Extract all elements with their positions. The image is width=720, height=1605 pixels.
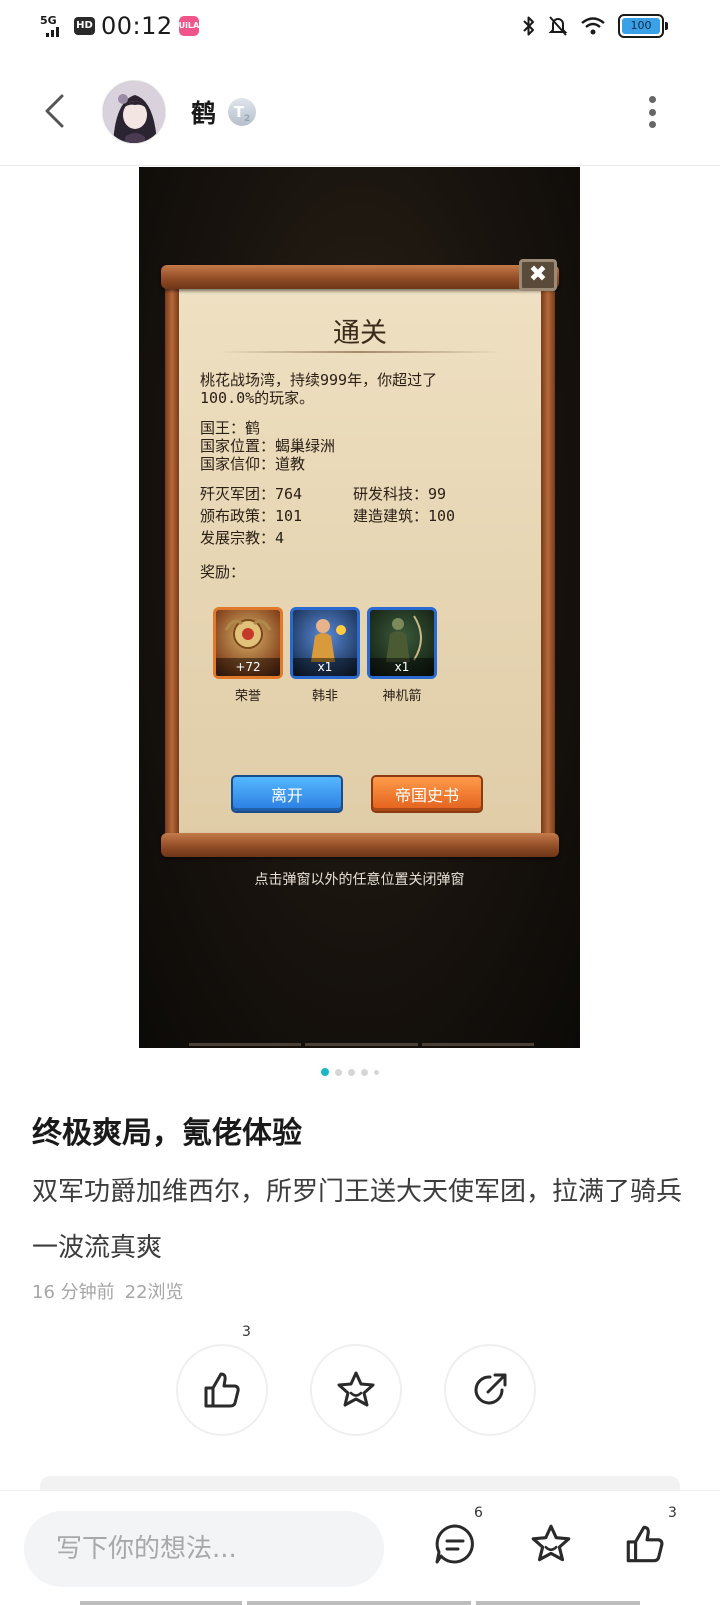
- post-time: 16 分钟前: [32, 1282, 115, 1303]
- scroll-paper: 通关 桃花战场湾，持续999年，你超过了 100.0%的玩家。 国王：鹤 国家位…: [179, 287, 541, 835]
- more-dot-icon: [648, 96, 656, 103]
- summary-line-2: 100.0%的玩家。: [200, 389, 315, 407]
- reward-item-shenjijian[interactable]: x1: [367, 607, 437, 679]
- chevron-left-icon: [45, 94, 64, 128]
- comment-icon: [435, 1524, 474, 1564]
- status-time: 00:12: [101, 12, 173, 40]
- status-right: 100: [522, 14, 668, 38]
- comment-bar: 6 3: [0, 1490, 720, 1605]
- network-label: 5G: [40, 14, 57, 27]
- app-notification-icon: UiLA: [178, 16, 199, 36]
- post-meta: 16 分钟前 22浏览: [32, 1278, 184, 1304]
- stat-legions: 歼灭军团：764: [200, 485, 303, 503]
- post-image[interactable]: 通关 桃花战场湾，持续999年，你超过了 100.0%的玩家。 国王：鹤 国家位…: [139, 167, 580, 1048]
- reward-qty: +72: [216, 658, 280, 676]
- more-dot-icon: [648, 108, 656, 116]
- back-button[interactable]: [36, 86, 72, 136]
- comment-count: 6: [474, 1505, 483, 1521]
- star-icon: [531, 1524, 571, 1562]
- like-bar-button[interactable]: [620, 1519, 670, 1569]
- level-number: 2: [243, 114, 251, 124]
- close-icon[interactable]: ✖: [519, 259, 557, 291]
- wifi-icon: [581, 17, 605, 35]
- share-button[interactable]: [444, 1344, 536, 1436]
- game-dialog-title: 通关: [333, 318, 387, 349]
- post-header: 鹤 T2: [0, 56, 720, 166]
- status-bar: 5G HD 00:12 UiLA 100: [0, 0, 720, 56]
- close-hint: 点击弹窗以外的任意位置关闭弹窗: [254, 872, 465, 888]
- scroll-edge-left: [165, 285, 179, 837]
- level-badge: T2: [228, 98, 256, 126]
- avatar[interactable]: [102, 80, 166, 144]
- like-count: 3: [242, 1324, 251, 1340]
- empire-history-button[interactable]: 帝国史书: [371, 775, 483, 813]
- network-icon: 5G: [40, 13, 68, 39]
- image-pager[interactable]: [321, 1068, 379, 1076]
- country-belief: 国家信仰：道教: [200, 455, 306, 473]
- reward-qty: x1: [370, 658, 434, 676]
- battery-icon: 100: [618, 14, 668, 38]
- reward-label: 韩非: [311, 689, 338, 704]
- home-indicator-segment: [247, 1601, 471, 1605]
- home-indicator-segment: [476, 1601, 640, 1605]
- hd-icon: HD: [74, 17, 95, 35]
- mute-bell-icon: [548, 16, 568, 36]
- like-button[interactable]: [176, 1344, 268, 1436]
- favorite-button[interactable]: [310, 1344, 402, 1436]
- like-bar-count: 3: [668, 1505, 677, 1521]
- game-tab-strip: [189, 1043, 534, 1046]
- username[interactable]: 鹤: [191, 94, 216, 130]
- bluetooth-icon: [523, 16, 534, 36]
- reward-item-hanfei[interactable]: x1: [290, 607, 360, 679]
- share-icon: [474, 1373, 507, 1405]
- stat-religion: 发展宗教：4: [200, 529, 285, 547]
- more-options-button[interactable]: [640, 92, 664, 132]
- reward-label: 神机箭: [382, 689, 422, 704]
- avatar-illustration: [103, 81, 165, 143]
- reward-item-honor[interactable]: +72: [213, 607, 283, 679]
- honor-medal-icon: [224, 619, 272, 649]
- post-views: 22浏览: [124, 1282, 184, 1303]
- title-divider: [219, 351, 501, 353]
- leave-button[interactable]: 离开: [231, 775, 343, 813]
- pager-dot[interactable]: [374, 1069, 379, 1075]
- stat-policies: 颁布政策：101: [200, 507, 303, 525]
- more-dot-icon: [648, 121, 656, 128]
- scroll-rod-bottom: [161, 833, 559, 857]
- favorite-bar-button[interactable]: [526, 1519, 576, 1569]
- summary-line-1: 桃花战场湾，持续999年，你超过了: [200, 371, 438, 389]
- victory-scroll: 通关 桃花战场湾，持续999年，你超过了 100.0%的玩家。 国王：鹤 国家位…: [161, 259, 559, 857]
- thumbs-up-icon: [626, 1525, 664, 1563]
- star-icon: [337, 1371, 375, 1407]
- pager-dot-active[interactable]: [321, 1068, 329, 1076]
- scroll-rod-top: [161, 265, 559, 289]
- battery-level: 100: [622, 18, 660, 34]
- reward-heading: 奖励：: [200, 563, 246, 581]
- scroll-edge-right: [541, 285, 555, 837]
- stat-buildings: 建造建筑：100: [353, 507, 456, 525]
- reward-qty: x1: [293, 658, 357, 676]
- reward-label: 荣誉: [234, 689, 261, 704]
- stat-tech: 研发科技：99: [353, 485, 447, 503]
- comments-button[interactable]: [430, 1519, 480, 1569]
- status-left: 5G HD 00:12 UiLA: [40, 12, 199, 40]
- comment-input[interactable]: [24, 1511, 384, 1587]
- country-location: 国家位置：蝎巢绿洲: [200, 437, 336, 455]
- post-title: 终极爽局，氪佬体验: [32, 1116, 302, 1151]
- pager-dot[interactable]: [335, 1068, 342, 1076]
- pager-dot[interactable]: [361, 1068, 368, 1076]
- post-body: 双军功爵加维西尔，所罗门王送大天使军团，拉满了骑兵一波流真爽: [32, 1177, 683, 1263]
- king-name: 国王：鹤: [200, 419, 261, 437]
- thumbs-up-icon: [204, 1372, 240, 1408]
- home-indicator-segment: [80, 1601, 242, 1605]
- level-letter: T: [233, 103, 244, 121]
- archer-portrait-icon: [386, 615, 422, 662]
- pager-dot[interactable]: [348, 1068, 355, 1076]
- hanfei-portrait-icon: [311, 619, 346, 662]
